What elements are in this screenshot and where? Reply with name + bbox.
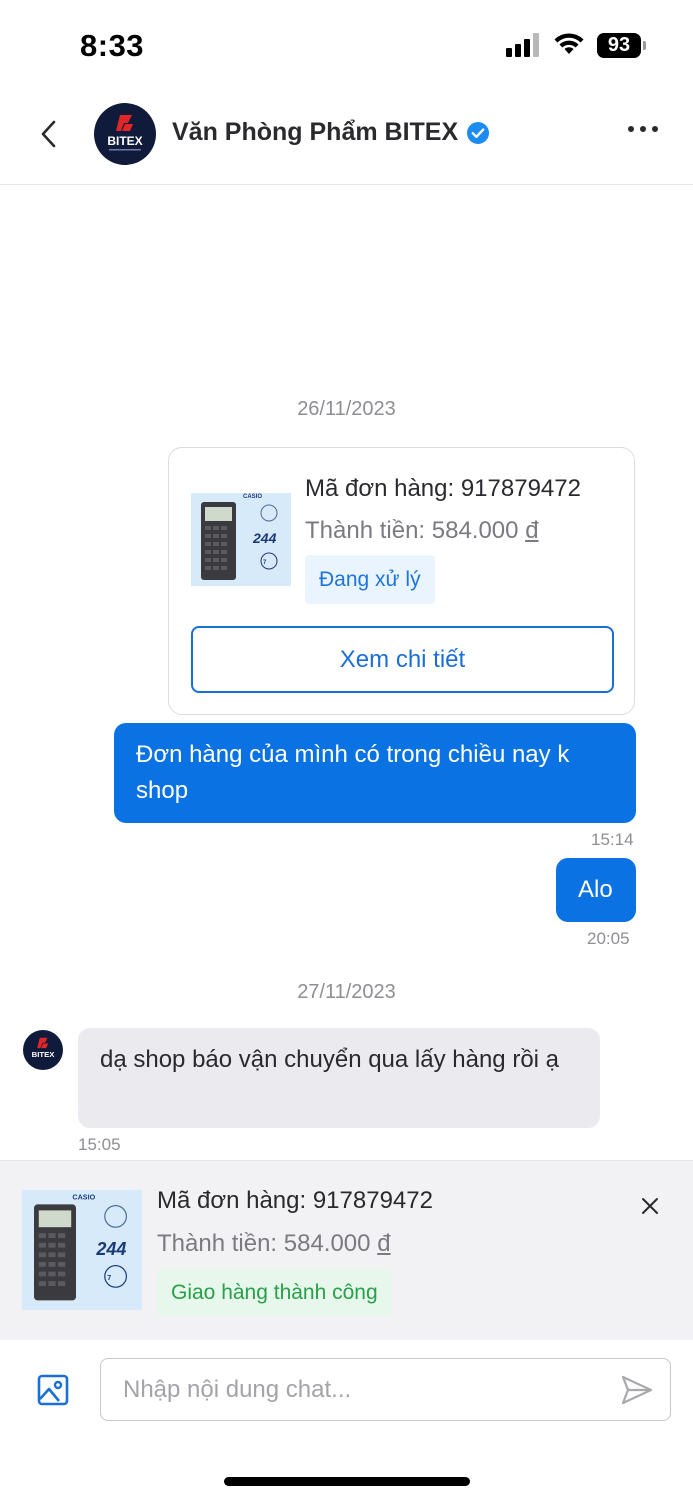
shop-name-text: Văn Phòng Phẩm BITEX xyxy=(172,118,459,146)
chevron-left-icon xyxy=(41,120,56,148)
brand-label: CASIO xyxy=(72,1193,95,1202)
svg-text:BITEX: BITEX xyxy=(107,134,142,148)
product-thumbnail[interactable]: CASIO 244 7 xyxy=(22,1190,142,1310)
pinned-order-total-amount: Thành tiền: 584.000 xyxy=(157,1230,371,1257)
message-time: 15:05 xyxy=(78,1135,121,1154)
wifi-icon xyxy=(554,33,584,54)
product-thumbnail[interactable]: CASIO 244 7 xyxy=(191,493,291,586)
battery-icon: 93 xyxy=(597,33,641,58)
cellular-signal-icon xyxy=(506,33,539,57)
chat-input-bar xyxy=(0,1340,693,1500)
currency-symbol: đ xyxy=(377,1230,391,1257)
brand-label: CASIO xyxy=(243,494,262,500)
bitex-logo-icon: BITEX xyxy=(32,1037,56,1059)
chat-message-input[interactable] xyxy=(100,1358,671,1421)
more-options-icon[interactable] xyxy=(628,126,658,132)
battery-cap xyxy=(643,41,646,50)
message-time: 15:14 xyxy=(591,830,634,849)
message-time: 20:05 xyxy=(587,929,630,948)
message-bubble-incoming[interactable]: dạ shop báo vận chuyển qua lấy hàng rồi … xyxy=(78,1028,600,1128)
svg-text:244: 244 xyxy=(95,1239,126,1259)
close-pinned-button[interactable] xyxy=(636,1192,664,1220)
order-status-badge: Đang xử lý xyxy=(305,555,435,604)
status-time: 8:33 xyxy=(80,28,145,63)
pinned-order-code: Mã đơn hàng: 917879472 xyxy=(157,1187,433,1214)
image-attach-icon[interactable] xyxy=(36,1373,70,1407)
calculator-image-icon: CASIO 244 7 xyxy=(22,1190,142,1310)
close-icon xyxy=(642,1198,658,1214)
home-indicator xyxy=(224,1477,470,1486)
shop-name[interactable]: Văn Phòng Phẩm BITEX xyxy=(172,118,490,147)
currency-symbol: đ xyxy=(525,517,539,544)
pinned-order-status-badge: Giao hàng thành công xyxy=(157,1269,392,1316)
svg-text:BITEX: BITEX xyxy=(32,1050,56,1059)
pinned-order-bar[interactable]: CASIO 244 7 Mã đơn hàng: 917879472 Thành… xyxy=(0,1160,693,1340)
calculator-image-icon: CASIO 244 7 xyxy=(191,493,291,586)
order-code: Mã đơn hàng: 917879472 xyxy=(305,475,581,502)
status-bar: 8:33 93 xyxy=(0,0,693,90)
shop-avatar[interactable]: BITEX xyxy=(94,103,156,165)
verified-badge-icon xyxy=(467,121,490,144)
back-button[interactable] xyxy=(30,116,66,152)
order-total-amount: Thành tiền: 584.000 xyxy=(305,517,519,544)
pinned-order-total: Thành tiền: 584.000 đ xyxy=(157,1230,391,1258)
view-detail-button[interactable]: Xem chi tiết xyxy=(191,626,614,693)
shop-avatar-small[interactable]: BITEX xyxy=(23,1030,63,1070)
message-bubble-outgoing[interactable]: Alo xyxy=(556,858,636,922)
order-card: CASIO 244 7 Mã đơn hàng: 917879472 Thành… xyxy=(168,447,635,715)
svg-text:7: 7 xyxy=(107,1273,111,1282)
bitex-logo-icon: BITEX xyxy=(107,115,143,151)
svg-text:244: 244 xyxy=(252,530,277,546)
order-total: Thành tiền: 584.000 đ xyxy=(305,517,539,545)
send-icon[interactable] xyxy=(620,1373,654,1407)
chat-header: BITEX Văn Phòng Phẩm BITEX xyxy=(0,90,693,185)
date-separator: 27/11/2023 xyxy=(297,981,396,1003)
date-separator: 26/11/2023 xyxy=(297,398,396,420)
message-bubble-outgoing[interactable]: Đơn hàng của mình có trong chiều nay k s… xyxy=(114,723,636,823)
